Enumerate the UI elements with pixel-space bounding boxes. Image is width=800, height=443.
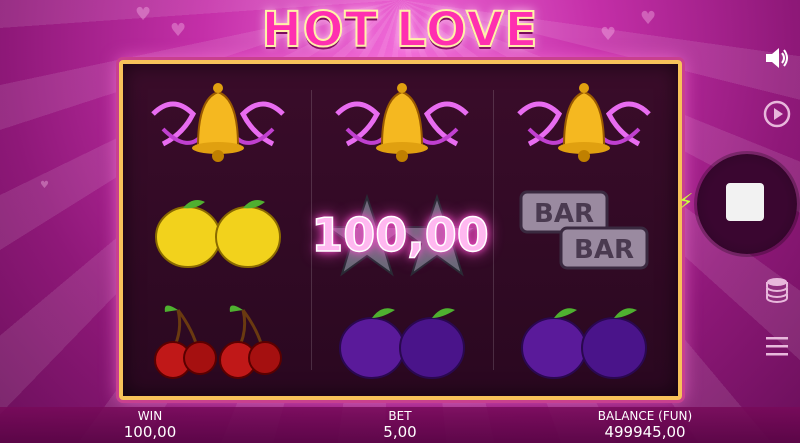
symbol-plum [495, 286, 673, 394]
heart-decoration: ♥ [640, 8, 657, 29]
stop-square-icon [726, 183, 764, 221]
bar-text-top: BAR [534, 199, 594, 229]
bet-display[interactable]: BET 5,00 [360, 409, 440, 441]
win-label: WIN [137, 409, 163, 423]
lemon-icon [155, 200, 281, 268]
balance-label: BALANCE (FUN) [597, 409, 693, 423]
symbol-bell [495, 70, 673, 178]
coin-stack-icon [766, 278, 788, 303]
symbol-cherry [129, 286, 307, 394]
bell-icon [517, 83, 651, 162]
bell-icon [151, 83, 285, 162]
heart-decoration: ♥ [170, 20, 187, 41]
heart-decoration: ♥ [135, 4, 152, 25]
heart-decoration: ♥ [600, 24, 617, 45]
game-logo: HOT LOVE [261, 1, 539, 59]
menu-button[interactable] [757, 326, 797, 366]
replay-icon [763, 100, 791, 128]
sound-button[interactable] [757, 38, 797, 78]
reel-3: BAR BAR [495, 70, 673, 394]
hamburger-menu-icon [766, 337, 788, 356]
plum-icon [521, 308, 647, 379]
heart-decoration: ♥ [40, 180, 49, 191]
bell-icon [335, 83, 469, 162]
lightning-bolt-icon[interactable]: ⚡ [678, 190, 693, 215]
win-value: 100,00 [123, 423, 177, 441]
autoplay-button[interactable] [757, 94, 797, 134]
plum-icon [339, 308, 465, 379]
balance-value: 499945,00 [604, 423, 686, 441]
symbol-bell [129, 70, 307, 178]
bar-icon: BAR BAR [519, 190, 649, 270]
bet-value: 5,00 [383, 423, 417, 441]
win-amount-overlay: 100,00 [310, 207, 489, 263]
symbol-bar: BAR BAR [495, 178, 673, 286]
bar-text-bottom: BAR [574, 235, 634, 265]
symbol-plum [313, 286, 491, 394]
bet-label: BET [388, 409, 412, 423]
spin-stop-button[interactable] [697, 154, 797, 254]
balance-display: BALANCE (FUN) 499945,00 [580, 409, 710, 441]
symbol-bell [313, 70, 491, 178]
bet-settings-button[interactable] [757, 270, 797, 310]
cherry-icon [154, 305, 282, 379]
speaker-icon [766, 48, 788, 68]
win-display: WIN 100,00 [110, 409, 190, 441]
